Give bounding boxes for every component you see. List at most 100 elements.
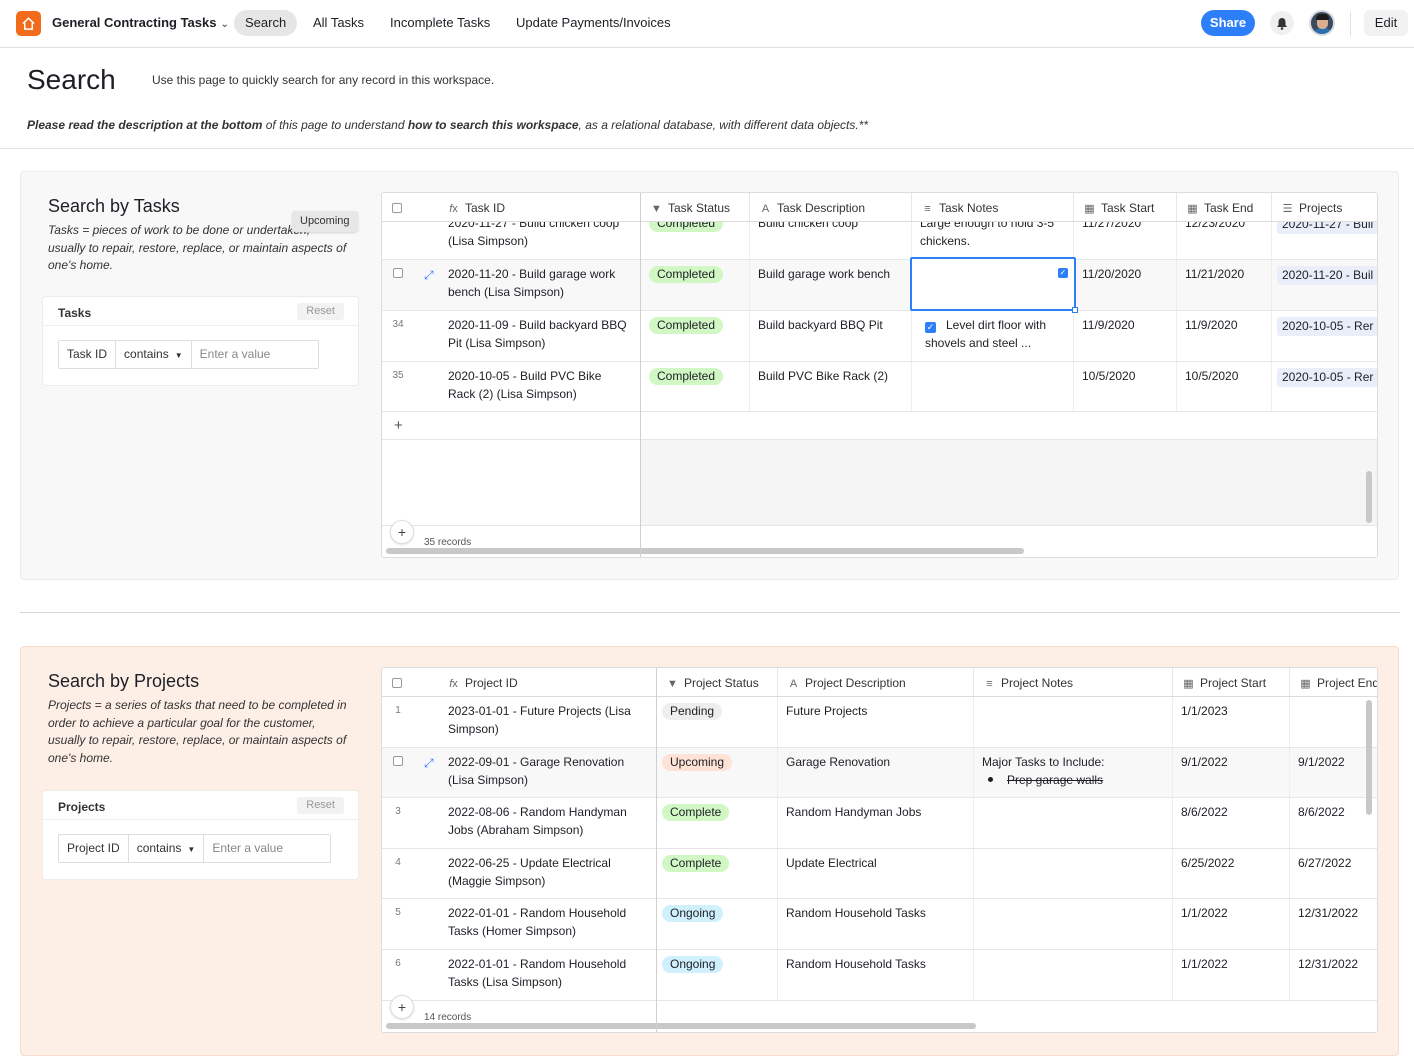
- selected-cell-editor[interactable]: ✓: [910, 257, 1078, 313]
- linked-record-chip[interactable]: 2020-10-05 - Rer: [1277, 317, 1377, 336]
- task-start-cell[interactable]: 11/20/2020: [1074, 260, 1177, 310]
- row-checkbox[interactable]: [393, 268, 403, 278]
- column-header-project-id[interactable]: fx Project ID: [438, 668, 656, 696]
- filter-operator-select[interactable]: contains ▼: [129, 835, 205, 862]
- table-row[interactable]: ⤢ 2022-09-01 - Garage Renovation (Lisa S…: [382, 748, 1377, 798]
- column-header-task-end[interactable]: ▦ Task End: [1177, 193, 1272, 221]
- project-notes-cell[interactable]: [974, 899, 1173, 949]
- reset-button[interactable]: Reset: [297, 797, 344, 814]
- project-notes-cell[interactable]: [974, 798, 1173, 848]
- task-status-cell[interactable]: Completed: [641, 311, 750, 361]
- column-header-project-description[interactable]: A Project Description: [778, 668, 974, 696]
- table-row[interactable]: 6 2022-01-01 - Random Household Tasks (L…: [382, 950, 1377, 1001]
- project-status-cell[interactable]: Upcoming: [657, 748, 778, 797]
- filter-field-select[interactable]: Task ID: [59, 341, 117, 368]
- project-description-cell[interactable]: Garage Renovation: [778, 748, 974, 797]
- filter-field-select[interactable]: Project ID: [59, 835, 129, 862]
- expand-record-icon[interactable]: ⤢: [424, 756, 434, 771]
- task-description-cell[interactable]: Build backyard BBQ Pit: [750, 311, 912, 361]
- add-row-button[interactable]: +: [382, 412, 1377, 440]
- task-id-cell[interactable]: 2020-11-09 - Build backyard BBQ Pit (Lis…: [440, 311, 640, 361]
- project-notes-cell[interactable]: [974, 950, 1173, 1000]
- projects-cell[interactable]: 2020-10-05 - Rer: [1272, 311, 1377, 361]
- project-description-cell[interactable]: Random Handyman Jobs: [778, 798, 974, 848]
- table-row[interactable]: 35 2020-10-05 - Build PVC Bike Rack (2) …: [382, 362, 1377, 412]
- project-notes-cell[interactable]: [974, 697, 1173, 747]
- table-row[interactable]: 5 2022-01-01 - Random Household Tasks (H…: [382, 899, 1377, 950]
- linked-record-chip[interactable]: 2020-10-05 - Rer: [1277, 368, 1377, 387]
- column-header-task-description[interactable]: A Task Description: [750, 193, 912, 221]
- add-record-button[interactable]: +: [390, 995, 414, 1019]
- vertical-scrollbar[interactable]: [1366, 700, 1372, 815]
- table-row[interactable]: 3 2022-08-06 - Random Handyman Jobs (Abr…: [382, 798, 1377, 849]
- project-start-cell[interactable]: 9/1/2022: [1173, 748, 1290, 797]
- table-row[interactable]: ⤢ 2020-11-20 - Build garage work bench (…: [382, 260, 1377, 311]
- fill-handle[interactable]: [1072, 307, 1078, 313]
- table-row[interactable]: 34 2020-11-09 - Build backyard BBQ Pit (…: [382, 311, 1377, 362]
- tab-incomplete-tasks[interactable]: Incomplete Tasks: [379, 10, 501, 36]
- project-end-cell[interactable]: 8/6/2022: [1290, 798, 1377, 848]
- projects-cell[interactable]: 2020-11-20 - Buil: [1272, 260, 1377, 310]
- tab-all-tasks[interactable]: All Tasks: [302, 10, 375, 36]
- add-record-button[interactable]: +: [390, 520, 414, 544]
- project-status-cell[interactable]: Ongoing: [657, 950, 778, 1000]
- vertical-scrollbar[interactable]: [1366, 471, 1372, 523]
- column-header-task-notes[interactable]: ≡ Task Notes: [912, 193, 1074, 221]
- task-description-cell[interactable]: Build PVC Bike Rack (2): [750, 362, 912, 411]
- project-notes-cell[interactable]: [974, 849, 1173, 898]
- project-status-cell[interactable]: Complete: [657, 849, 778, 898]
- column-header-projects[interactable]: ☰ Projects: [1272, 193, 1377, 221]
- project-id-cell[interactable]: 2023-01-01 - Future Projects (Lisa Simps…: [440, 697, 656, 747]
- table-row[interactable]: 1 2023-01-01 - Future Projects (Lisa Sim…: [382, 697, 1377, 748]
- project-notes-cell[interactable]: Major Tasks to Include: Prep garage wall…: [974, 748, 1173, 797]
- project-start-cell[interactable]: 1/1/2023: [1173, 697, 1290, 747]
- project-status-cell[interactable]: Ongoing: [657, 899, 778, 949]
- select-all-checkbox[interactable]: [382, 193, 414, 221]
- project-id-cell[interactable]: 2022-01-01 - Random Household Tasks (Lis…: [440, 950, 656, 1000]
- app-name-dropdown[interactable]: General Contracting Tasks ⌄: [52, 15, 229, 30]
- project-end-cell[interactable]: 9/1/2022: [1290, 748, 1377, 797]
- project-description-cell[interactable]: Update Electrical: [778, 849, 974, 898]
- row-checkbox[interactable]: [393, 756, 403, 766]
- task-id-cell[interactable]: 2020-10-05 - Build PVC Bike Rack (2) (Li…: [440, 362, 640, 411]
- task-end-cell[interactable]: 11/21/2020: [1177, 260, 1272, 310]
- project-end-cell[interactable]: 12/31/2022: [1290, 950, 1377, 1000]
- project-end-cell[interactable]: [1290, 697, 1377, 747]
- project-description-cell[interactable]: Random Household Tasks: [778, 950, 974, 1000]
- project-status-cell[interactable]: Pending: [657, 697, 778, 747]
- project-description-cell[interactable]: Random Household Tasks: [778, 899, 974, 949]
- filter-value-input[interactable]: Enter a value: [204, 835, 330, 862]
- column-header-project-status[interactable]: ▼ Project Status: [657, 668, 778, 696]
- select-all-checkbox[interactable]: [382, 668, 414, 696]
- expand-record-icon[interactable]: ⤢: [424, 268, 434, 283]
- reset-button[interactable]: Reset: [297, 303, 344, 320]
- project-end-cell[interactable]: 12/31/2022: [1290, 899, 1377, 949]
- task-notes-cell[interactable]: [912, 362, 1074, 411]
- avatar[interactable]: [1309, 10, 1335, 36]
- task-status-cell[interactable]: Completed: [641, 362, 750, 411]
- column-header-project-end[interactable]: ▦ Project End: [1290, 668, 1377, 696]
- tab-update-payments[interactable]: Update Payments/Invoices: [505, 10, 682, 36]
- app-logo-icon[interactable]: [16, 11, 41, 36]
- bell-icon[interactable]: [1270, 11, 1294, 35]
- project-start-cell[interactable]: 1/1/2022: [1173, 950, 1290, 1000]
- tab-search[interactable]: Search: [234, 10, 298, 36]
- table-row[interactable]: 4 2022-06-25 - Update Electrical (Maggie…: [382, 849, 1377, 899]
- task-notes-cell[interactable]: ✓ Level dirt floor with shovels and steel…: [912, 311, 1074, 361]
- project-id-cell[interactable]: 2022-09-01 - Garage Renovation (Lisa Sim…: [440, 748, 656, 797]
- project-id-cell[interactable]: 2022-08-06 - Random Handyman Jobs (Abrah…: [440, 798, 656, 848]
- project-start-cell[interactable]: 8/6/2022: [1173, 798, 1290, 848]
- linked-record-chip[interactable]: 2020-11-20 - Buil: [1277, 266, 1377, 285]
- project-end-cell[interactable]: 6/27/2022: [1290, 849, 1377, 898]
- column-header-project-notes[interactable]: ≡ Project Notes: [974, 668, 1173, 696]
- column-header-task-start[interactable]: ▦ Task Start: [1074, 193, 1177, 221]
- edit-button[interactable]: Edit: [1364, 10, 1408, 36]
- project-start-cell[interactable]: 1/1/2022: [1173, 899, 1290, 949]
- task-end-cell[interactable]: 11/9/2020: [1177, 311, 1272, 361]
- task-description-cell[interactable]: Build garage work bench: [750, 260, 912, 310]
- project-description-cell[interactable]: Future Projects: [778, 697, 974, 747]
- column-header-project-start[interactable]: ▦ Project Start: [1173, 668, 1290, 696]
- horizontal-scrollbar[interactable]: [386, 548, 1024, 554]
- filter-value-input[interactable]: Enter a value: [192, 341, 318, 368]
- share-button[interactable]: Share: [1201, 10, 1255, 36]
